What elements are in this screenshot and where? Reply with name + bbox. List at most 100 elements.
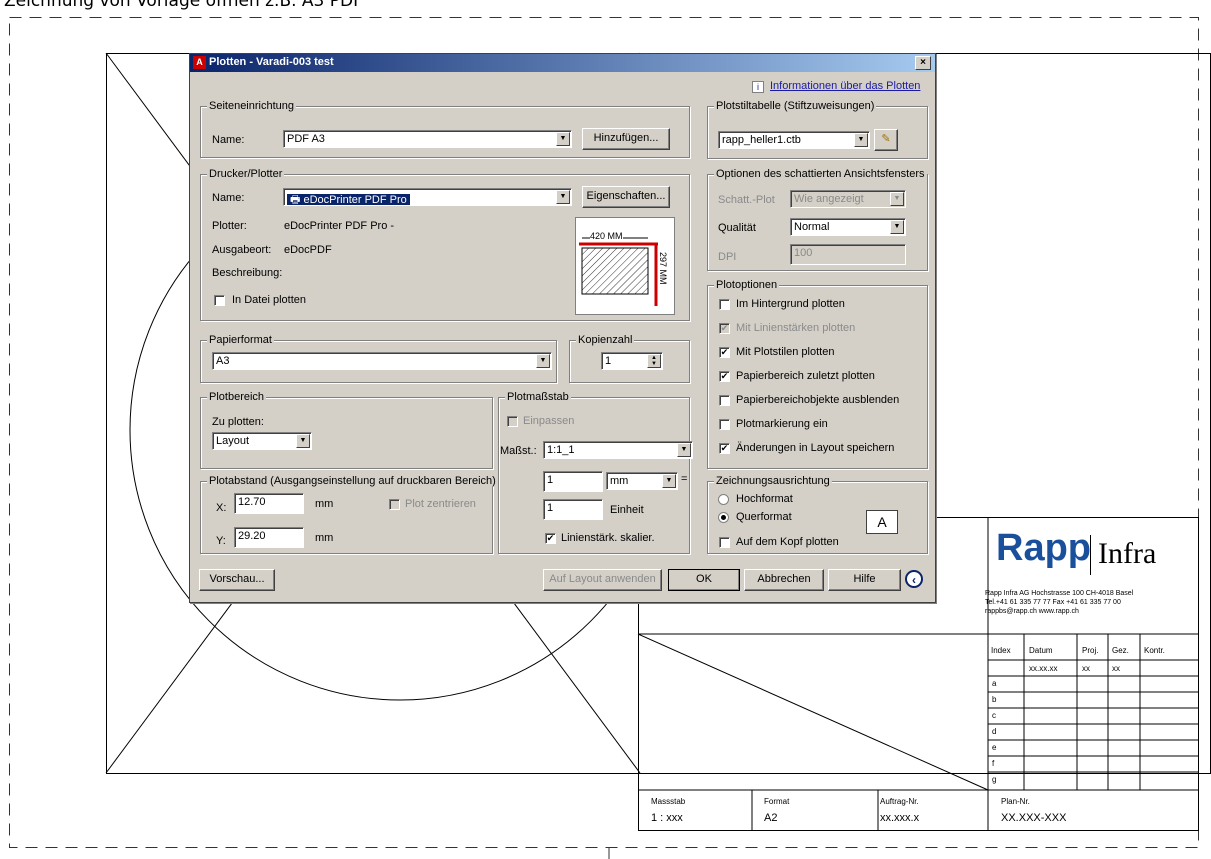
plot-option-checkbox[interactable]: ✔	[719, 371, 730, 382]
plot-style-table-value: rapp_heller1.ctb	[722, 134, 801, 146]
plot-to-file-checkbox[interactable]	[214, 295, 225, 306]
center-plot-label: Plot zentrieren	[405, 498, 476, 510]
dpi-input[interactable]: 100	[790, 244, 906, 265]
plot-option-checkbox[interactable]	[719, 419, 730, 430]
center-plot-checkbox[interactable]	[389, 499, 400, 510]
preview-button[interactable]: Vorschau...	[199, 569, 275, 591]
paper-format-group-label: Papierformat	[207, 334, 274, 346]
copies-spinner[interactable]: 1 ▲ ▼	[601, 352, 663, 370]
rev-index-d: d	[992, 727, 997, 736]
collapse-more-options-icon[interactable]: ‹	[905, 570, 923, 588]
auftrag-label: Auftrag-Nr.	[880, 797, 919, 806]
edit-style-table-icon[interactable]: ✎	[874, 129, 898, 151]
scale-units-select[interactable]: mm ▼	[606, 472, 678, 490]
paper-format-select[interactable]: A3 ▼	[212, 352, 552, 370]
rev-gez-value: xx	[1112, 664, 1120, 673]
apply-to-layout-button[interactable]: Auf Layout anwenden	[543, 569, 662, 591]
plan-label: Plan-Nr.	[1001, 797, 1030, 806]
landscape-radio[interactable]	[718, 512, 729, 523]
plot-what-select[interactable]: Layout ▼	[212, 432, 312, 450]
close-button[interactable]: ×	[915, 56, 931, 70]
plotter-label: Plotter:	[212, 220, 247, 232]
shade-plot-value: Wie angezeigt	[794, 193, 864, 205]
description-label: Beschreibung:	[212, 267, 283, 279]
plot-option-label: Papierbereichobjekte ausblenden	[736, 394, 900, 406]
page-setup-group-label: Seiteneinrichtung	[207, 100, 297, 112]
address-line-2: Tel.+41 61 335 77 77 Fax +41 61 335 77 0…	[985, 599, 1121, 606]
output-value: eDocPDF	[284, 244, 332, 256]
copies-value: 1	[605, 355, 612, 367]
upside-down-checkbox[interactable]	[719, 537, 730, 548]
plot-option-label: Im Hintergrund plotten	[736, 298, 845, 310]
rev-index-f: f	[992, 759, 995, 768]
dpi-value: 100	[794, 247, 813, 259]
rev-index-c: c	[992, 711, 996, 720]
plotter-value: eDocPrinter PDF Pro -	[284, 220, 395, 232]
dialog-titlebar[interactable]: A Plotten - Varadi-003 test ×	[190, 54, 935, 72]
printer-properties-button[interactable]: Eigenschaften...	[582, 186, 670, 208]
ok-button[interactable]: OK	[668, 569, 740, 591]
plot-style-table-select[interactable]: rapp_heller1.ctb ▼	[718, 131, 870, 149]
quality-select[interactable]: Normal ▼	[790, 218, 906, 236]
offset-x-input[interactable]: 12.70	[234, 493, 304, 514]
massstab-label: Massstab	[651, 797, 686, 806]
fit-to-paper-checkbox[interactable]	[507, 416, 518, 427]
chevron-down-icon[interactable]: ▼	[536, 354, 550, 368]
plot-option-checkbox[interactable]: ✔	[719, 347, 730, 358]
plot-options-group-label: Plotoptionen	[714, 279, 780, 291]
copies-group-label: Kopienzahl	[576, 334, 635, 346]
plot-option-checkbox[interactable]: ✔	[719, 323, 730, 334]
autocad-app-icon: A	[193, 56, 206, 69]
scale-unit-label: Einheit	[610, 504, 644, 516]
info-link[interactable]: Informationen über das Plotten	[770, 80, 920, 92]
portrait-radio[interactable]	[718, 494, 729, 505]
plot-option-checkbox[interactable]	[719, 299, 730, 310]
quality-label: Qualität	[718, 222, 756, 234]
output-label: Ausgabeort:	[212, 244, 272, 256]
scale-paper-units-input[interactable]: 1	[543, 471, 603, 492]
chevron-down-icon[interactable]: ▼	[556, 190, 570, 204]
add-page-setup-button[interactable]: Hinzufügen...	[582, 128, 670, 150]
plot-option-label: Plotmarkierung ein	[736, 418, 828, 430]
massstab-value: 1 : xxx	[651, 812, 683, 824]
landscape-label: Querformat	[736, 511, 792, 523]
printer-name-select[interactable]: 🖶 eDocPrinter PDF Pro ▼	[283, 188, 572, 206]
scale-equals-sign: =	[681, 473, 688, 485]
page-setup-name-select[interactable]: PDF A3 ▼	[283, 130, 572, 148]
cancel-button[interactable]: Abbrechen	[744, 569, 824, 591]
format-value: A2	[764, 812, 778, 824]
paper-preview: 420 MM 297 MM	[575, 217, 675, 315]
offset-y-input[interactable]: 29.20	[234, 527, 304, 548]
help-button[interactable]: Hilfe	[828, 569, 901, 591]
scale-units-value: mm	[610, 475, 629, 487]
scale-lineweights-label: Linienstärk. skalier.	[561, 532, 655, 544]
chevron-down-icon[interactable]: ▼	[890, 192, 904, 206]
printer-icon: 🖶	[290, 194, 304, 206]
chevron-down-icon[interactable]: ▼	[677, 443, 691, 457]
rev-header-kontr: Kontr.	[1144, 646, 1165, 655]
scale-label: Maßst.:	[500, 445, 537, 457]
spinner-arrows-icon[interactable]: ▲ ▼	[647, 354, 661, 368]
chevron-down-icon[interactable]: ▼	[296, 434, 310, 448]
scale-drawing-units-input[interactable]: 1	[543, 499, 603, 520]
preview-width-label: 420 MM	[590, 231, 623, 241]
chevron-down-icon[interactable]: ▼	[854, 133, 868, 147]
fit-to-paper-label: Einpassen	[523, 415, 575, 427]
orientation-preview-icon: A	[866, 510, 898, 534]
chevron-down-icon[interactable]: ▼	[662, 474, 676, 488]
page-setup-name-label: Name:	[212, 134, 245, 146]
offset-x-value: 12.70	[238, 496, 266, 508]
plot-option-checkbox[interactable]	[719, 395, 730, 406]
plot-option-checkbox[interactable]: ✔	[719, 443, 730, 454]
rev-header-date: Datum	[1029, 646, 1053, 655]
rev-header-gez: Gez.	[1112, 646, 1129, 655]
shaded-viewport-group-label: Optionen des schattierten Ansichtsfenste…	[714, 168, 927, 180]
scale-select[interactable]: 1:1_1 ▼	[543, 441, 693, 459]
scale-lineweights-checkbox[interactable]: ✔	[545, 533, 556, 544]
printer-group-label: Drucker/Plotter	[207, 168, 285, 180]
offset-x-label: X:	[216, 502, 227, 514]
chevron-down-icon[interactable]: ▼	[890, 220, 904, 234]
shade-plot-select[interactable]: Wie angezeigt ▼	[790, 190, 906, 208]
chevron-down-icon[interactable]: ▼	[556, 132, 570, 146]
preview-height-label: 297 MM	[658, 252, 668, 285]
